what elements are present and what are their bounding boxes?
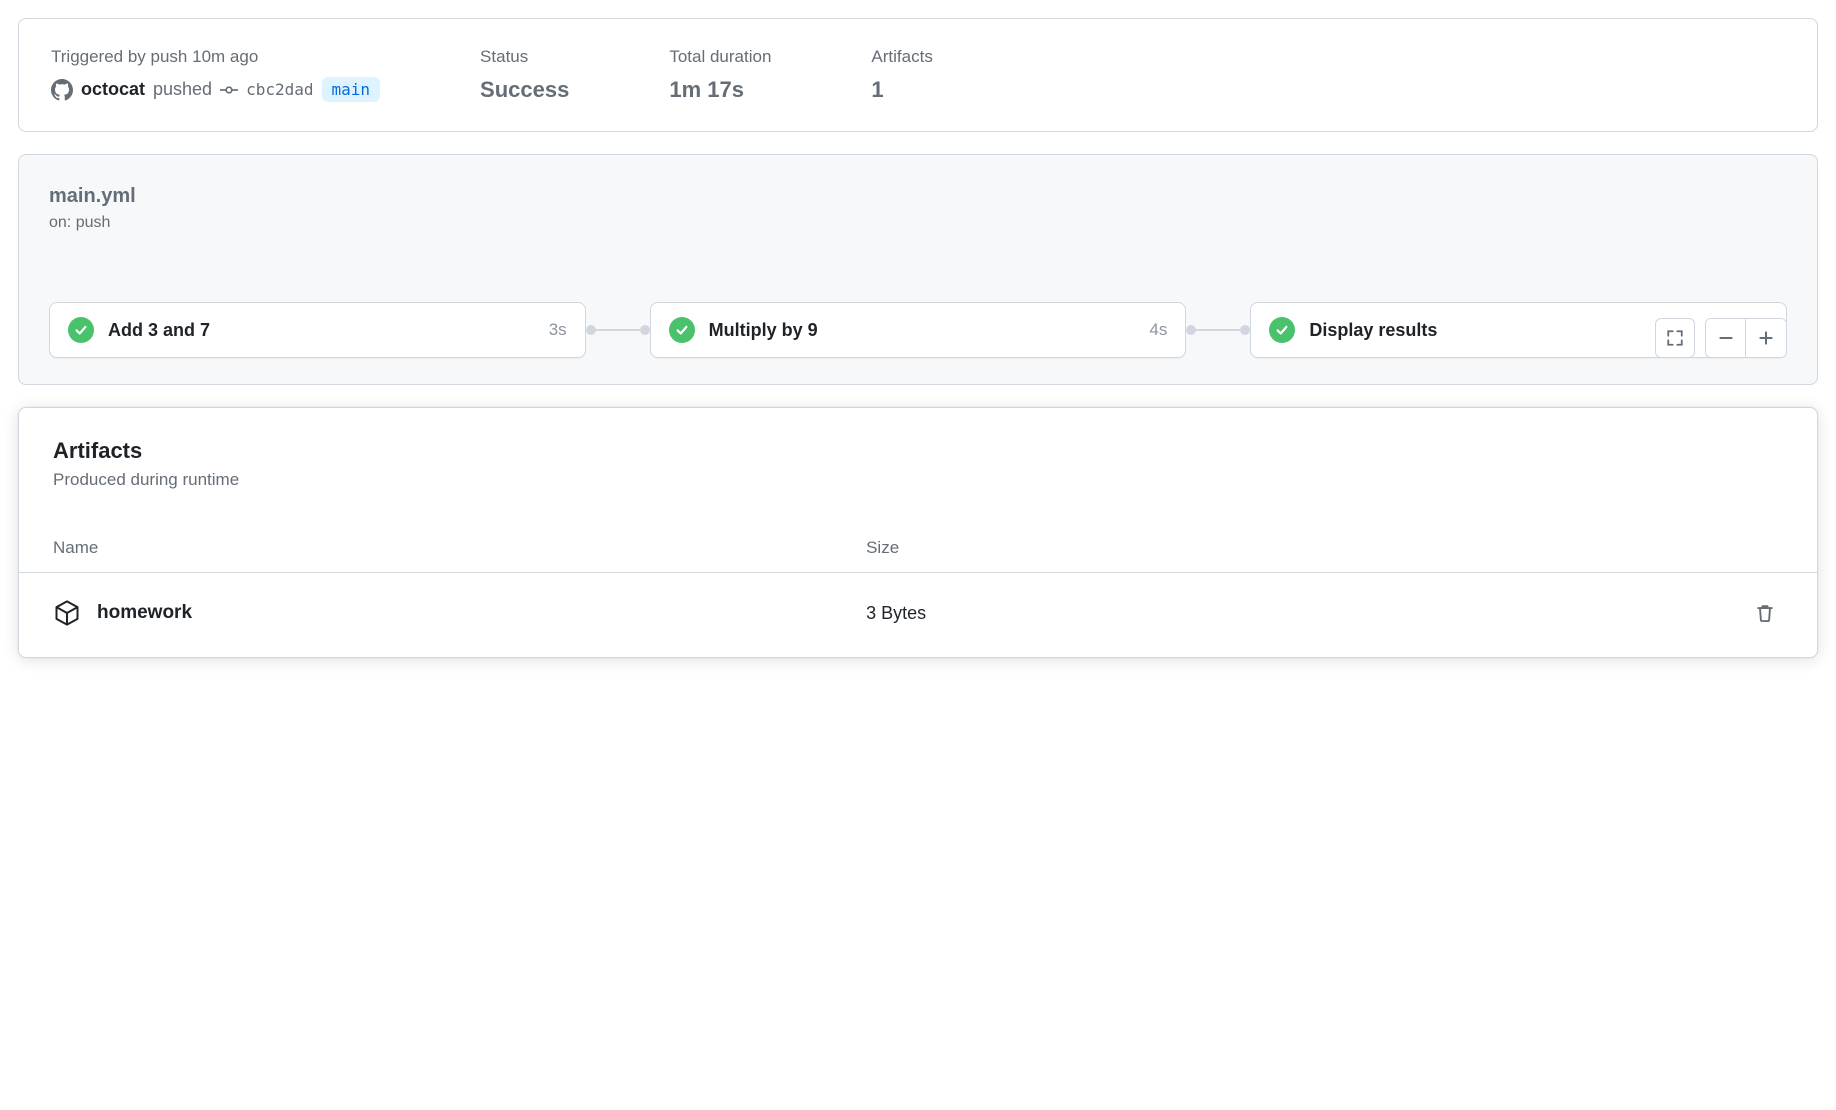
workflow-graph-card: main.yml on: push Add 3 and 7 3s Multipl…	[18, 154, 1818, 385]
delete-artifact-button[interactable]	[1747, 595, 1783, 631]
artifact-link[interactable]: homework	[97, 602, 192, 624]
artifacts-subtitle: Produced during runtime	[53, 470, 1783, 490]
artifacts-table-header: Name Size	[19, 524, 1817, 573]
github-icon	[51, 79, 73, 101]
commit-icon	[220, 81, 238, 99]
job-card-multiply[interactable]: Multiply by 9 4s	[650, 302, 1187, 358]
run-summary-card: Triggered by push 10m ago octocat pushed…	[18, 18, 1818, 132]
trigger-label: Triggered by push 10m ago	[51, 47, 380, 67]
column-header-name: Name	[53, 538, 866, 558]
status-section: Status Success	[480, 47, 569, 103]
minus-icon	[1717, 329, 1735, 347]
status-value: Success	[480, 77, 569, 103]
actor-link[interactable]: octocat	[81, 79, 145, 100]
artifact-size: 3 Bytes	[866, 603, 1747, 624]
artifacts-count-label: Artifacts	[871, 47, 932, 67]
fullscreen-icon	[1666, 329, 1684, 347]
artifacts-title: Artifacts	[53, 438, 1783, 464]
job-duration: 4s	[1149, 320, 1167, 340]
trigger-section: Triggered by push 10m ago octocat pushed…	[51, 47, 380, 103]
zoom-out-button[interactable]	[1706, 318, 1746, 358]
branch-badge[interactable]: main	[322, 77, 381, 102]
duration-section: Total duration 1m 17s	[669, 47, 771, 103]
artifacts-header: Artifacts Produced during runtime	[19, 408, 1817, 510]
commit-sha-link[interactable]: cbc2dad	[246, 80, 313, 99]
status-label: Status	[480, 47, 569, 67]
package-icon	[53, 599, 81, 627]
actor-action: pushed	[153, 79, 212, 100]
artifacts-count-value: 1	[871, 77, 932, 103]
workflow-trigger: on: push	[49, 214, 1787, 232]
job-connector	[586, 325, 650, 335]
duration-value: 1m 17s	[669, 77, 771, 103]
job-connector	[1186, 325, 1250, 335]
check-circle-icon	[669, 317, 695, 343]
plus-icon	[1757, 329, 1775, 347]
check-circle-icon	[1269, 317, 1295, 343]
table-row: homework 3 Bytes	[19, 573, 1817, 657]
zoom-in-button[interactable]	[1746, 318, 1786, 358]
jobs-row: Add 3 and 7 3s Multiply by 9 4s Display …	[49, 302, 1787, 358]
trigger-row: octocat pushed cbc2dad main	[51, 77, 380, 102]
artifacts-count-section: Artifacts 1	[871, 47, 932, 103]
fullscreen-button[interactable]	[1655, 318, 1695, 358]
job-card-add[interactable]: Add 3 and 7 3s	[49, 302, 586, 358]
zoom-group	[1705, 318, 1787, 358]
zoom-controls	[1655, 318, 1787, 358]
job-duration: 3s	[549, 320, 567, 340]
artifacts-card: Artifacts Produced during runtime Name S…	[18, 407, 1818, 658]
workflow-file-name[interactable]: main.yml	[49, 185, 1787, 208]
column-header-size: Size	[866, 538, 1783, 558]
job-name: Multiply by 9	[709, 320, 1136, 341]
duration-label: Total duration	[669, 47, 771, 67]
trash-icon	[1755, 603, 1775, 623]
job-name: Add 3 and 7	[108, 320, 535, 341]
check-circle-icon	[68, 317, 94, 343]
